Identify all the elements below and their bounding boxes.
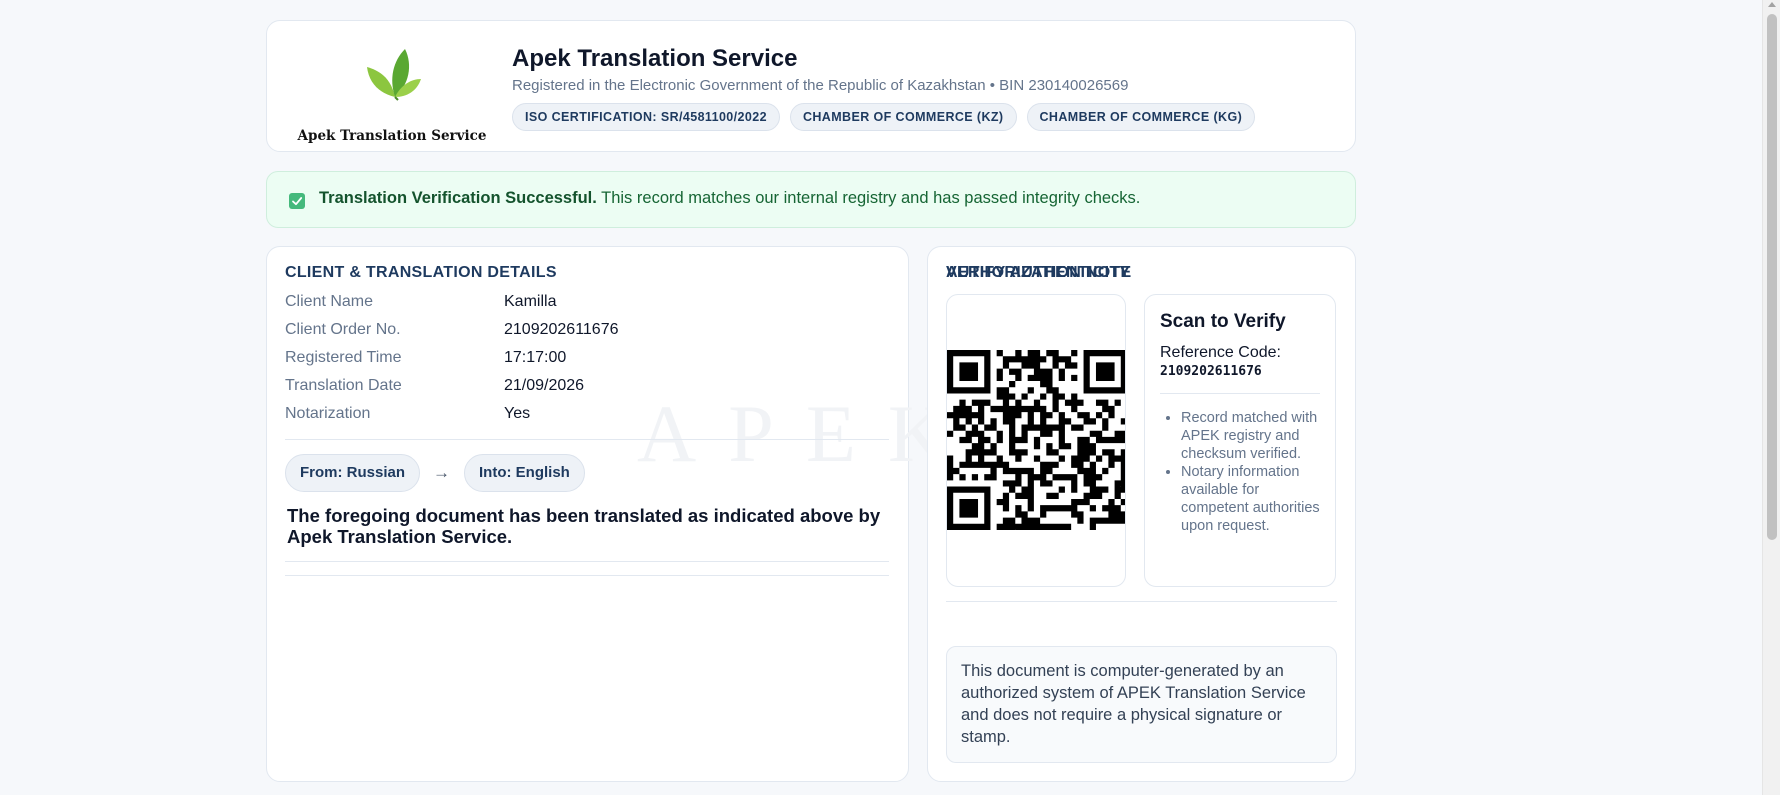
scrollbar-thumb[interactable] — [1767, 14, 1777, 540]
detail-label: Client Name — [285, 293, 374, 310]
qr-code-panel — [946, 294, 1126, 587]
reference-code-value: 2109202611676 — [1160, 364, 1262, 379]
detail-value: 17:17:00 — [504, 349, 567, 366]
language-pair: From: Russian → Into: English — [285, 454, 585, 492]
from-language-chip: From: Russian — [285, 454, 421, 492]
logo-text: Apek Translation Service — [297, 128, 487, 144]
statement-divider — [285, 561, 889, 562]
iso-certification-badge: ISO CERTIFICATION: SR/4581100/2022 — [512, 103, 780, 131]
registration-line: Registered in the Electronic Government … — [512, 77, 1129, 94]
alert-title: Translation Verification Successful. — [319, 189, 597, 207]
detail-value: Yes — [504, 405, 531, 422]
check-square-icon — [289, 193, 305, 209]
authorization-note-title: AUTHORIZATION NOTE — [946, 264, 1132, 281]
details-divider — [285, 439, 889, 440]
details-section-title: CLIENT & TRANSLATION DETAILS — [285, 264, 557, 281]
company-logo: Apek Translation Service — [289, 49, 495, 147]
alert-message: This record matches our internal registr… — [601, 189, 1141, 207]
scan-to-verify-panel: Scan to Verify Reference Code: 210920261… — [1144, 294, 1336, 587]
verification-success-alert: Translation Verification Successful. Thi… — [266, 171, 1356, 228]
detail-label: Translation Date — [285, 377, 402, 394]
detail-row-translation-date: Translation Date 21/09/2026 — [285, 377, 889, 405]
reference-code-label: Reference Code: — [1160, 344, 1281, 361]
detail-row-notarization: Notarization Yes — [285, 405, 889, 433]
verify-divider — [946, 601, 1337, 602]
to-language-chip: Into: English — [464, 454, 585, 492]
detail-row-registered-time: Registered Time 17:17:00 — [285, 349, 889, 377]
client-translation-details-card: APEK CLIENT & TRANSLATION DETAILS Client… — [266, 246, 947, 782]
scroll-up-arrow-icon[interactable] — [1768, 2, 1776, 7]
verification-notes: Record matched with APEK registry and ch… — [1181, 409, 1326, 535]
detail-row-client-order-no: Client Order No. 2109202611676 — [285, 321, 889, 349]
page-scrollbar[interactable] — [1762, 0, 1780, 795]
detail-label: Notarization — [285, 405, 371, 422]
detail-value: 2109202611676 — [504, 321, 619, 338]
detail-value: 21/09/2026 — [504, 377, 585, 394]
list-item: Notary information available for compete… — [1181, 463, 1326, 535]
alert-text: Translation Verification Successful. Thi… — [319, 189, 1140, 208]
verify-authenticity-card: VERIFY AUTHENTICITY Scan to Verify Refer… — [927, 246, 1356, 782]
detail-row-client-name: Client Name Kamilla — [285, 293, 889, 321]
certification-badges: ISO CERTIFICATION: SR/4581100/2022 CHAMB… — [512, 103, 1256, 131]
qr-modules — [947, 350, 1125, 530]
details-list: Client Name Kamilla Client Order No. 210… — [285, 293, 889, 433]
translation-statement: The foregoing document has been translat… — [287, 505, 881, 547]
company-name: Apek Translation Service — [512, 45, 798, 72]
chamber-kg-badge: CHAMBER OF COMMERCE (KG) — [1026, 103, 1256, 131]
authorization-note-text: This document is computer-generated by a… — [946, 646, 1337, 763]
qr-code-icon[interactable] — [947, 350, 1126, 530]
arrow-right-icon: → — [433, 463, 451, 482]
detail-label: Client Order No. — [285, 321, 401, 338]
statement-divider-bottom — [285, 575, 889, 576]
list-item: Record matched with APEK registry and ch… — [1181, 409, 1326, 463]
scan-title: Scan to Verify — [1160, 311, 1286, 332]
detail-label: Registered Time — [285, 349, 402, 366]
company-header-card: Apek Translation Service Apek Translatio… — [266, 20, 1356, 152]
leaf-logo-icon — [367, 49, 421, 101]
scan-divider — [1160, 393, 1320, 394]
chamber-kz-badge: CHAMBER OF COMMERCE (KZ) — [789, 103, 1017, 131]
detail-value: Kamilla — [504, 293, 557, 310]
